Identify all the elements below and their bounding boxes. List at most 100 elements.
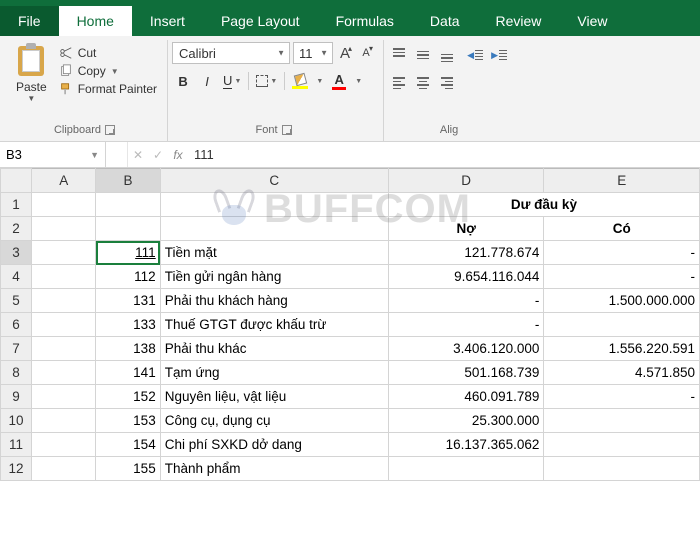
underline-button[interactable]: U▼ [220, 70, 244, 92]
accept-formula-button[interactable]: ✓ [148, 142, 168, 167]
cell[interactable]: 16.137.365.062 [388, 433, 544, 457]
cell[interactable]: Tiền gửi ngân hàng [160, 265, 388, 289]
cell[interactable]: 121.778.674 [388, 241, 544, 265]
row-header[interactable]: 11 [1, 433, 32, 457]
cell[interactable] [388, 457, 544, 481]
cell[interactable]: 460.091.789 [388, 385, 544, 409]
row-header[interactable]: 1 [1, 193, 32, 217]
align-left-button[interactable] [388, 72, 410, 94]
cell[interactable] [32, 385, 96, 409]
formula-input[interactable]: 111 [188, 142, 700, 167]
cell[interactable] [32, 241, 96, 265]
cell[interactable]: Công cụ, dụng cụ [160, 409, 388, 433]
cell[interactable]: 138 [96, 337, 160, 361]
cell[interactable] [32, 433, 96, 457]
font-color-dropdown[interactable]: ▼ [352, 70, 365, 92]
cell[interactable]: Có [544, 217, 700, 241]
cell[interactable]: Nguyên liệu, vật liệu [160, 385, 388, 409]
cell[interactable] [160, 217, 388, 241]
cell[interactable]: Dư đầu kỳ [388, 193, 699, 217]
row-header[interactable]: 12 [1, 457, 32, 481]
copy-button[interactable]: Copy ▼ [59, 64, 157, 78]
cell[interactable]: 9.654.116.044 [388, 265, 544, 289]
fx-button[interactable]: fx [168, 142, 188, 167]
cut-button[interactable]: Cut [59, 46, 157, 60]
cell[interactable] [544, 313, 700, 337]
cell[interactable]: 153 [96, 409, 160, 433]
row-header[interactable]: 7 [1, 337, 32, 361]
tab-file[interactable]: File [0, 6, 59, 36]
row-header[interactable]: 6 [1, 313, 32, 337]
decrease-font-button[interactable]: A▾ [357, 42, 375, 64]
cell[interactable]: - [544, 385, 700, 409]
cell[interactable] [32, 313, 96, 337]
col-header-a[interactable]: A [32, 169, 96, 193]
cell[interactable]: Phải thu khác [160, 337, 388, 361]
cell[interactable]: 3.406.120.000 [388, 337, 544, 361]
select-all-corner[interactable] [1, 169, 32, 193]
cell[interactable]: 112 [96, 265, 160, 289]
cell[interactable] [32, 217, 96, 241]
format-painter-button[interactable]: Format Painter [59, 82, 157, 96]
border-button[interactable]: ▼ [253, 70, 280, 92]
increase-font-button[interactable]: A▴ [336, 42, 354, 64]
row-header[interactable]: 5 [1, 289, 32, 313]
cell[interactable] [32, 457, 96, 481]
tab-review[interactable]: Review [478, 6, 560, 36]
cell[interactable]: 152 [96, 385, 160, 409]
cell[interactable]: 1.500.000.000 [544, 289, 700, 313]
cell[interactable] [32, 265, 96, 289]
paste-button[interactable]: Paste ▼ [10, 42, 53, 105]
cell[interactable]: 141 [96, 361, 160, 385]
cell[interactable]: 501.168.739 [388, 361, 544, 385]
cell[interactable] [32, 409, 96, 433]
tab-data[interactable]: Data [412, 6, 478, 36]
tab-view[interactable]: View [559, 6, 625, 36]
cell[interactable] [32, 361, 96, 385]
cell[interactable]: - [388, 313, 544, 337]
cell[interactable]: 4.571.850 [544, 361, 700, 385]
cell[interactable]: Thành phẩm [160, 457, 388, 481]
row-header[interactable]: 3 [1, 241, 32, 265]
align-middle-button[interactable] [412, 44, 434, 66]
cell[interactable] [32, 337, 96, 361]
row-header[interactable]: 10 [1, 409, 32, 433]
cell[interactable]: 1.556.220.591 [544, 337, 700, 361]
cell[interactable]: Phải thu khách hàng [160, 289, 388, 313]
row-header[interactable]: 2 [1, 217, 32, 241]
col-header-e[interactable]: E [544, 169, 700, 193]
cell[interactable] [96, 217, 160, 241]
align-right-button[interactable] [436, 72, 458, 94]
cell[interactable]: Thuế GTGT được khấu trừ [160, 313, 388, 337]
spreadsheet-grid[interactable]: A B C D E 1 Dư đầu kỳ 2 Nợ Có 3 111 Tiền… [0, 168, 700, 481]
col-header-c[interactable]: C [160, 169, 388, 193]
cell[interactable]: Tiền mặt [160, 241, 388, 265]
cell[interactable]: - [544, 241, 700, 265]
cell[interactable] [544, 457, 700, 481]
cell[interactable] [32, 289, 96, 313]
cell[interactable] [96, 193, 160, 217]
tab-formulas[interactable]: Formulas [318, 6, 412, 36]
fill-color-button[interactable] [289, 70, 311, 92]
name-box[interactable]: B3▼ [0, 142, 106, 167]
cell[interactable] [160, 193, 388, 217]
cell[interactable]: 131 [96, 289, 160, 313]
cancel-formula-button[interactable]: ✕ [128, 142, 148, 167]
align-top-button[interactable] [388, 44, 410, 66]
cell-selected[interactable]: 111 [96, 241, 160, 265]
fill-color-dropdown[interactable]: ▼ [313, 70, 326, 92]
cell[interactable]: 133 [96, 313, 160, 337]
cell[interactable]: 154 [96, 433, 160, 457]
cell[interactable]: - [544, 265, 700, 289]
cell[interactable]: Tạm ứng [160, 361, 388, 385]
cell[interactable]: - [388, 289, 544, 313]
row-header[interactable]: 9 [1, 385, 32, 409]
bold-button[interactable]: B [172, 70, 194, 92]
cell[interactable]: 155 [96, 457, 160, 481]
cell[interactable] [32, 193, 96, 217]
align-center-button[interactable] [412, 72, 434, 94]
cell[interactable]: Chi phí SXKD dở dang [160, 433, 388, 457]
row-header[interactable]: 8 [1, 361, 32, 385]
cell[interactable] [544, 409, 700, 433]
row-header[interactable]: 4 [1, 265, 32, 289]
